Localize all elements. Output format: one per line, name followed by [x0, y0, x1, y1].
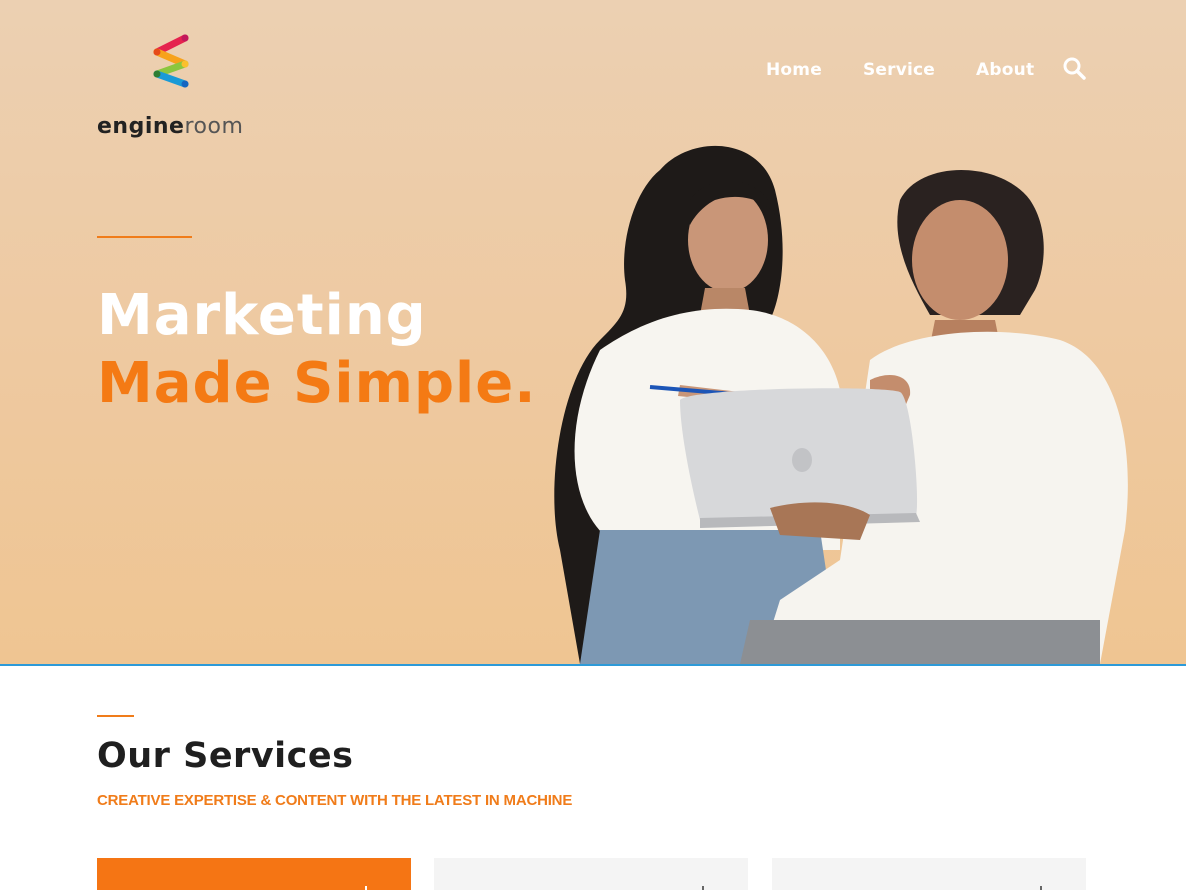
- service-cards: [97, 858, 1086, 890]
- hero-photo: [554, 145, 1128, 664]
- card-corner-icon: [365, 886, 367, 890]
- services-title: Our Services: [97, 736, 354, 776]
- hero-accent-rule: [97, 236, 192, 238]
- brand-wordmark: engineroom: [97, 114, 243, 139]
- nav-about[interactable]: About: [976, 60, 1034, 80]
- nav-service[interactable]: Service: [863, 60, 935, 80]
- services-accent-rule: [97, 715, 134, 717]
- card-corner-icon: [1040, 886, 1042, 890]
- hero-headline: Marketing Made Simple.: [97, 282, 537, 418]
- hero-section: engineroom Home Service About Marketing …: [0, 0, 1186, 664]
- logo-mark-icon: [153, 34, 189, 88]
- card-corner-icon: [702, 886, 704, 890]
- hero-headline-line1: Marketing: [97, 283, 427, 348]
- main-nav: Home Service About: [766, 56, 1075, 84]
- brand-name-light: room: [184, 114, 244, 139]
- brand-name-bold: engine: [97, 114, 185, 139]
- brand-logo[interactable]: engineroom: [97, 30, 257, 145]
- service-card-3[interactable]: [772, 858, 1086, 890]
- search-icon[interactable]: [1062, 56, 1086, 80]
- services-subtitle: CREATIVE EXPERTISE & CONTENT WITH THE LA…: [97, 792, 573, 809]
- hero-headline-line2: Made Simple.: [97, 351, 537, 416]
- hero-divider-line: [0, 664, 1186, 666]
- service-card-1[interactable]: [97, 858, 411, 890]
- service-card-2[interactable]: [434, 858, 748, 890]
- nav-home[interactable]: Home: [766, 60, 822, 80]
